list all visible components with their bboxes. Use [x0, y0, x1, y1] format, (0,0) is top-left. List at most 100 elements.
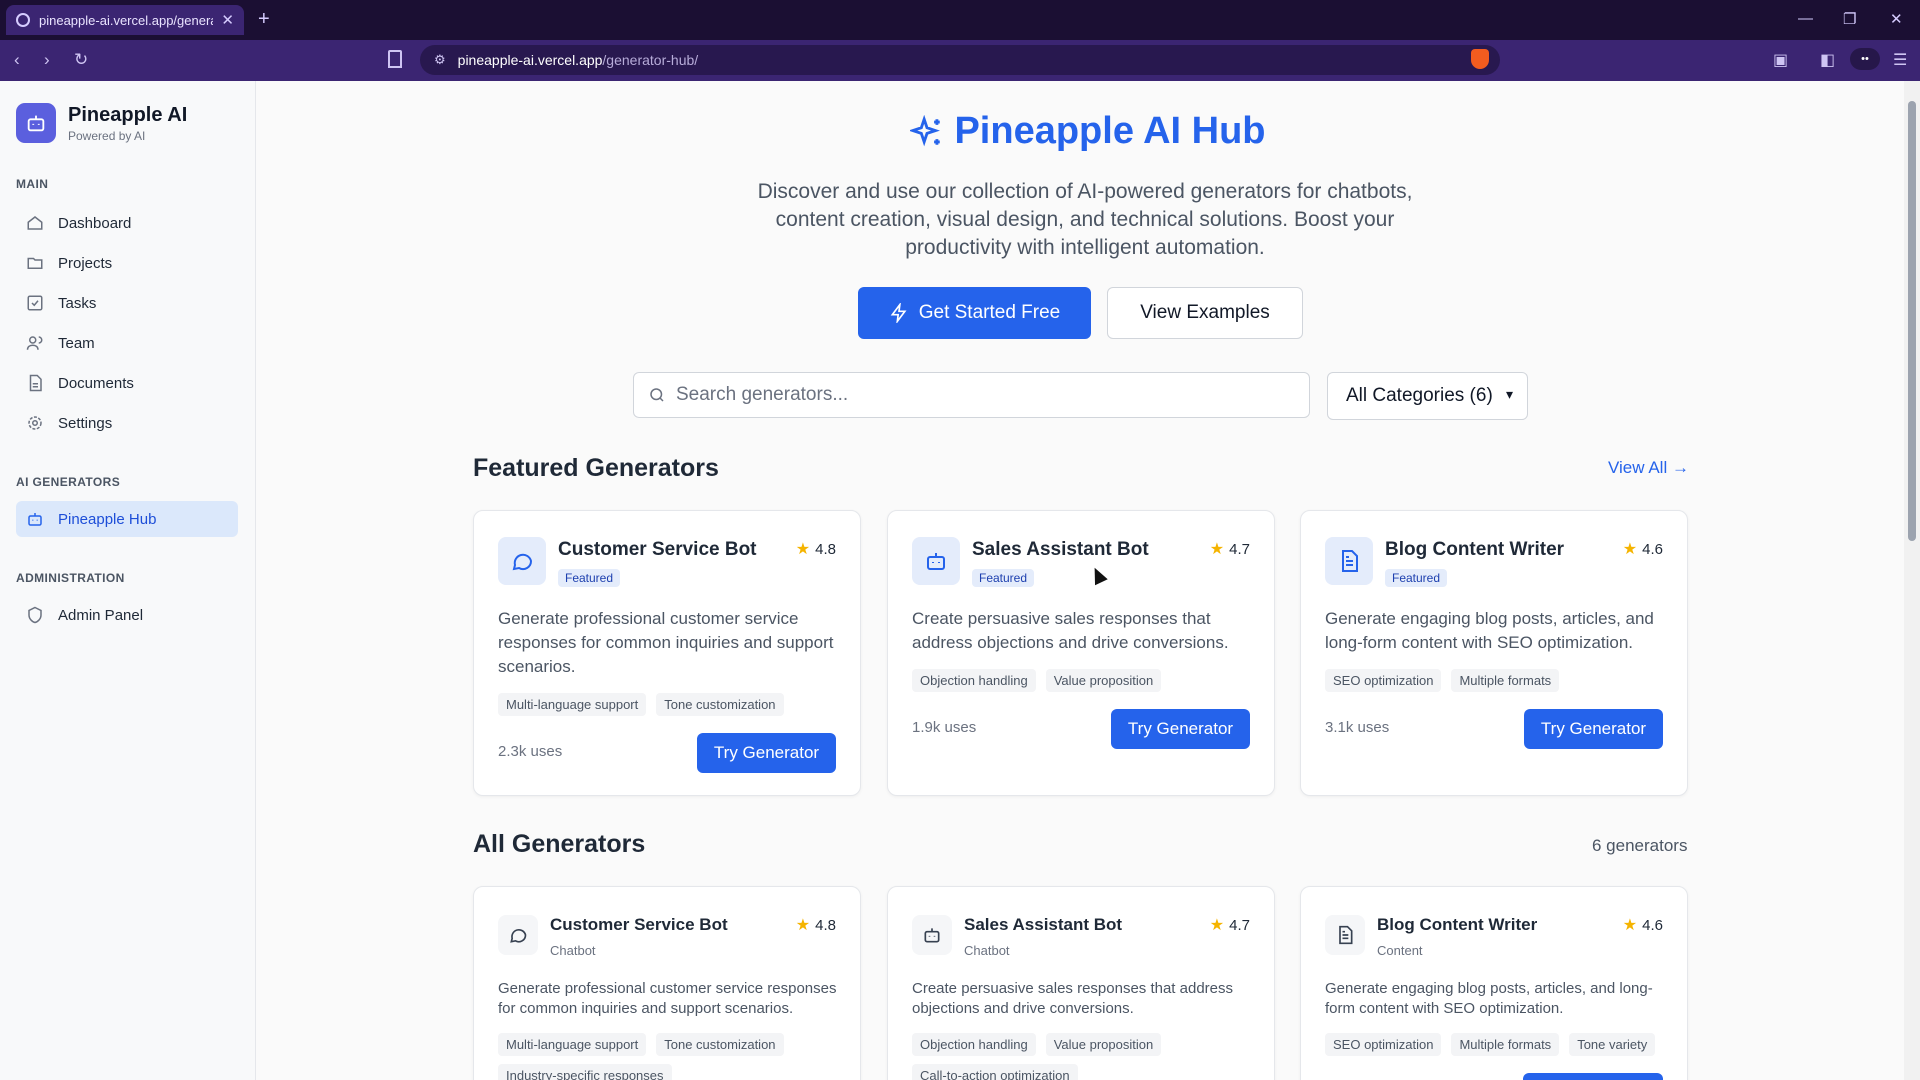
sidebar-item-projects[interactable]: Projects: [16, 245, 238, 281]
tag-list: SEO optimization Multiple formats: [1325, 669, 1560, 692]
url-path: /generator-hub/: [602, 52, 699, 68]
tag: Multiple formats: [1451, 1033, 1560, 1056]
tag: SEO optimization: [1325, 1033, 1442, 1056]
address-bar: ‹ › ↻ ⚙ pineapple-ai.vercel.app/generato…: [0, 40, 1920, 81]
url-field[interactable]: ⚙ pineapple-ai.vercel.app/generator-hub/: [420, 45, 1500, 75]
card-description: Create persuasive sales responses that a…: [912, 609, 1229, 652]
sidebar-item-settings[interactable]: Settings: [16, 405, 238, 441]
star-icon: ★: [1209, 541, 1225, 558]
search-input[interactable]: [676, 384, 1276, 406]
card-title: Blog Content Writer: [1385, 539, 1565, 560]
reload-icon[interactable]: ↻: [74, 50, 88, 70]
sidebar-toggle-icon[interactable]: ◧: [1820, 50, 1835, 70]
extension-icon[interactable]: ••: [1850, 48, 1880, 70]
brave-shield-icon[interactable]: [1471, 49, 1489, 69]
star-icon: ★: [1622, 541, 1638, 558]
generator-card-sales-assistant-bot: Sales Assistant Bot Chatbot ★ 4.7 Create …: [887, 886, 1275, 1080]
card-description: Generate professional customer service r…: [498, 609, 834, 676]
sidebar-item-team[interactable]: Team: [16, 325, 238, 361]
document-icon: [1325, 915, 1365, 955]
users-icon: [26, 336, 43, 350]
card-description: Generate engaging blog posts, articles, …: [1325, 609, 1654, 652]
sidebar-item-admin-panel[interactable]: Admin Panel: [16, 597, 238, 633]
tag: Tone customization: [656, 1033, 784, 1056]
tag: Multi-language support: [498, 1033, 647, 1056]
file-icon: [29, 374, 42, 392]
hero-title-wrap: Pineapple AI Hub: [0, 110, 1920, 154]
view-all-link[interactable]: View All →: [1608, 458, 1689, 478]
home-icon: [27, 216, 43, 230]
restore-icon[interactable]: ❐: [1843, 10, 1856, 28]
rating-value: 4.7: [1229, 916, 1250, 934]
lightning-icon: [890, 303, 907, 323]
sidebar-item-label: Team: [58, 334, 95, 352]
sidebar-item-label: Settings: [58, 414, 113, 432]
rating: ★ 4.8: [796, 915, 836, 935]
tag: Multi-language support: [498, 693, 647, 716]
tag: Industry-specific responses: [498, 1064, 672, 1080]
tag-list: Multi-language support Tone customizatio…: [498, 693, 784, 716]
url-host: pineapple-ai.vercel.app: [457, 52, 603, 68]
new-tab-icon[interactable]: +: [258, 8, 270, 31]
try-generator-button[interactable]: Try Generator: [1111, 709, 1250, 749]
try-generator-button[interactable]: Try Generator: [697, 733, 836, 773]
all-generators-section-title: All Generators: [473, 830, 646, 858]
tag: Objection handling: [912, 669, 1036, 692]
shield-icon: [28, 606, 42, 624]
card-category: Content: [1377, 943, 1423, 958]
generator-count: 6 generators: [1592, 836, 1688, 855]
globe-icon: [16, 13, 30, 27]
get-started-button[interactable]: Get Started Free: [858, 287, 1091, 339]
menu-icon[interactable]: ☰: [1893, 50, 1907, 70]
tag: Objection handling: [912, 1033, 1036, 1056]
hero-description: Discover and use our collection of AI-po…: [757, 180, 1413, 259]
generator-card-blog-content-writer: Blog Content Writer Content ★ 4.6 Generat…: [1300, 886, 1688, 1080]
search-box[interactable]: [633, 372, 1310, 418]
try-generator-button[interactable]: Try Generator: [1524, 709, 1663, 749]
browser-tab[interactable]: pineapple-ai.vercel.app/generato ✕: [6, 5, 244, 35]
sidebar-item-label: Dashboard: [58, 214, 132, 232]
featured-card-sales-assistant-bot: Sales Assistant Bot Featured ★ 4.7 Create…: [887, 510, 1275, 796]
featured-card-blog-content-writer: Blog Content Writer Featured ★ 4.6 Genera…: [1300, 510, 1688, 796]
view-examples-button[interactable]: View Examples: [1107, 287, 1303, 339]
wallet-icon[interactable]: ▣: [1773, 50, 1788, 70]
tag-list: SEO optimization Multiple formats Tone v…: [1325, 1033, 1656, 1056]
minimize-icon[interactable]: —: [1798, 10, 1813, 27]
scrollbar-thumb[interactable]: [1908, 101, 1916, 541]
tag-list: Objection handling Value proposition Cal…: [912, 1033, 1252, 1080]
chat-bubble-icon: [498, 537, 546, 585]
check-square-icon: [27, 295, 43, 311]
forward-icon[interactable]: ›: [44, 50, 50, 70]
rating: ★ 4.6: [1623, 539, 1663, 559]
sidebar-item-dashboard[interactable]: Dashboard: [16, 205, 238, 241]
star-icon: ★: [795, 917, 811, 934]
star-icon: ★: [1209, 917, 1225, 934]
try-generator-button[interactable]: [1523, 1073, 1663, 1080]
tag: Multiple formats: [1451, 669, 1560, 692]
back-icon[interactable]: ‹: [14, 50, 20, 70]
view-examples-label: View Examples: [1140, 302, 1270, 323]
chevron-down-icon: ▾: [1505, 386, 1513, 402]
featured-badge: Featured: [1385, 569, 1448, 587]
folder-icon: [27, 257, 43, 269]
category-select[interactable]: All Categories (6) ▾: [1327, 372, 1528, 420]
sidebar-item-documents[interactable]: Documents: [16, 365, 238, 401]
featured-badge: Featured: [972, 569, 1035, 587]
rating-value: 4.6: [1642, 916, 1663, 934]
card-description: Generate engaging blog posts, articles, …: [1325, 980, 1653, 1017]
section-label-main: MAIN: [16, 177, 49, 191]
sidebar-item-tasks[interactable]: Tasks: [16, 285, 238, 321]
sidebar-item-pineapple-hub[interactable]: Pineapple Hub: [16, 501, 238, 537]
card-description: Create persuasive sales responses that a…: [912, 980, 1234, 1017]
star-icon: ★: [795, 541, 811, 558]
usage-count: 2.3k uses: [498, 743, 563, 760]
site-settings-icon[interactable]: ⚙: [434, 52, 446, 68]
close-tab-icon[interactable]: ✕: [221, 11, 234, 29]
close-window-icon[interactable]: ✕: [1890, 10, 1903, 28]
card-title: Customer Service Bot: [558, 539, 757, 560]
tab-title: pineapple-ai.vercel.app/generato: [39, 12, 214, 28]
sidebar-item-label: Pineapple Hub: [58, 510, 157, 528]
chat-bubble-icon: [498, 915, 538, 955]
bookmark-icon[interactable]: [388, 50, 402, 68]
tag: Tone customization: [656, 693, 784, 716]
